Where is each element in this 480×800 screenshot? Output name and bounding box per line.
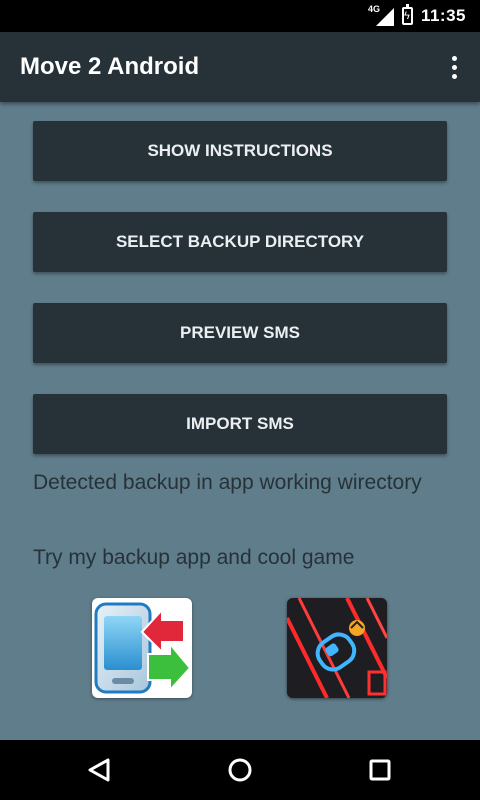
import-sms-button[interactable]: IMPORT SMS [33,394,447,454]
show-instructions-button[interactable]: SHOW INSTRUCTIONS [33,121,447,181]
backup-status-text: Detected backup in app working wirectory [33,471,422,494]
backup-app-icon[interactable] [92,598,192,698]
game-app-icon[interactable] [287,598,387,698]
status-bar: 4G ϟ 11:35 [0,0,480,32]
select-backup-directory-button[interactable]: SELECT BACKUP DIRECTORY [33,212,447,272]
recents-icon[interactable] [360,752,400,788]
back-icon[interactable] [80,752,120,788]
status-time: 11:35 [420,6,466,25]
preview-sms-button[interactable]: PREVIEW SMS [33,303,447,363]
main-content: SHOW INSTRUCTIONS SELECT BACKUP DIRECTOR… [0,102,480,740]
network-type: 4G [367,4,380,14]
status-icons: 4G ϟ 11:35 [368,0,466,32]
promo-text: Try my backup app and cool game [33,546,355,569]
more-vert-icon[interactable] [436,48,472,86]
app-title: Move 2 Android [20,53,200,80]
signal-icon: 4G [368,4,394,26]
home-icon[interactable] [220,752,260,788]
app-bar: Move 2 Android [0,32,480,102]
navigation-bar [0,740,480,800]
battery-icon: ϟ [401,4,413,25]
